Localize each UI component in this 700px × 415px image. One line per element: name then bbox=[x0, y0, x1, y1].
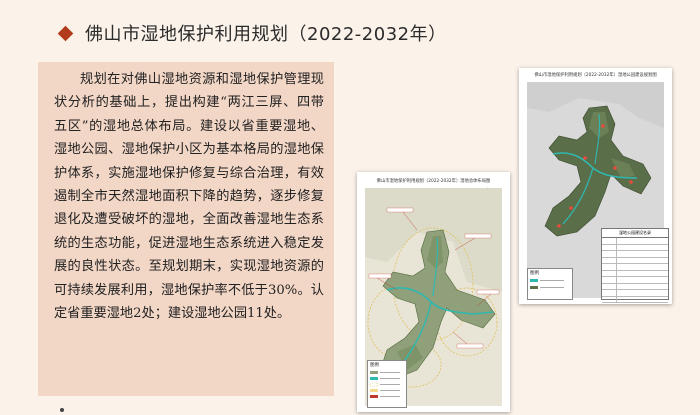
map-right: 佛山市湿地保护利用规划（2022-2032年）湿地公园建设规划图 ▲N 图例 湿… bbox=[519, 68, 672, 304]
diamond-bullet-icon bbox=[57, 25, 74, 41]
park-list-table: 湿地公园建设名录 bbox=[601, 228, 669, 303]
map-left-legend: 图例 bbox=[367, 360, 407, 408]
body-paragraph: 规划在对佛山湿地资源和湿地保护管理现状分析的基础上，提出构建“两江三屏、四带五区… bbox=[54, 72, 324, 322]
page-title: 佛山市湿地保护利用规划（2022-2032年） bbox=[85, 24, 447, 45]
section-heading: 佛山市湿地保护利用规划（2022-2032年） bbox=[57, 18, 447, 48]
bullet-dot bbox=[60, 408, 64, 412]
table-row bbox=[602, 296, 668, 303]
legend-symbols bbox=[369, 371, 400, 398]
text-panel: 规划在对佛山湿地资源和湿地保护管理现状分析的基础上，提出构建“两江三屏、四带五区… bbox=[38, 62, 334, 396]
legend-symbols bbox=[530, 279, 564, 289]
map-right-legend: 图例 bbox=[527, 268, 573, 300]
map-left: 佛山市湿地保护利用规划（2022-2032年）湿地总体布局图 ▲N 图例 bbox=[357, 172, 510, 412]
